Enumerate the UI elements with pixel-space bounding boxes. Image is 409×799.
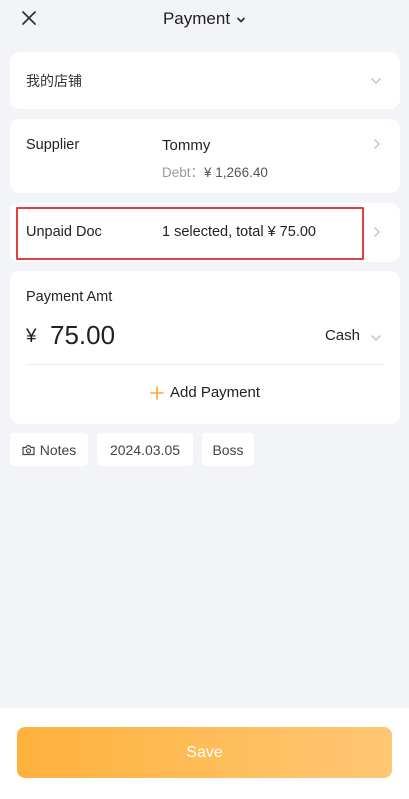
date-chip[interactable]: 2024.03.05 (97, 433, 193, 466)
chevron-right-icon (374, 227, 380, 237)
divider (26, 364, 384, 365)
save-button[interactable]: Save (17, 727, 392, 778)
supplier-label: Supplier (26, 137, 80, 153)
store-name: 我的店铺 (26, 73, 82, 89)
supplier-name: Tommy (162, 137, 211, 154)
debt-label: Debt： (162, 165, 205, 180)
notes-chip[interactable]: Notes (10, 433, 88, 466)
supplier-debt: Debt：¥ 1,266.40 (162, 161, 268, 181)
close-icon[interactable] (20, 9, 38, 27)
amount-currency: ¥ (26, 326, 37, 347)
operator-chip[interactable]: Boss (202, 433, 254, 466)
payment-card: Payment Amt ¥ 75.00 Cash Add Payment (10, 271, 400, 424)
page-title: Payment (162, 9, 231, 28)
notes-label: Notes (39, 441, 77, 458)
unpaid-doc-label: Unpaid Doc (26, 224, 102, 240)
chevron-down-icon (237, 17, 245, 22)
title-dropdown[interactable]: Payment (163, 9, 246, 29)
footer: Save (0, 708, 409, 799)
add-payment-label: Add Payment (169, 384, 261, 401)
unpaid-doc-row[interactable]: Unpaid Doc 1 selected, total ¥ 75.00 (10, 203, 400, 262)
debt-value: ¥ 1,266.40 (204, 165, 268, 180)
payment-method-select[interactable]: Cash (325, 327, 360, 344)
camera-icon (22, 444, 35, 455)
header: Payment (0, 0, 409, 38)
chevron-down-icon[interactable] (370, 332, 382, 344)
payment-page: Payment 我的店铺 Supplier Tommy Debt：¥ 1,266… (0, 0, 409, 799)
add-payment-button[interactable]: Add Payment (10, 384, 400, 401)
amount-input[interactable]: 75.00 (50, 320, 115, 351)
store-selector[interactable]: 我的店铺 (10, 52, 400, 109)
supplier-row[interactable]: Supplier Tommy Debt：¥ 1,266.40 (10, 119, 400, 193)
plus-icon (150, 385, 164, 400)
chevron-down-icon (371, 78, 381, 84)
payment-amount-label: Payment Amt (26, 289, 113, 305)
chevron-right-icon (374, 139, 380, 149)
unpaid-doc-value: 1 selected, total ¥ 75.00 (162, 224, 316, 240)
